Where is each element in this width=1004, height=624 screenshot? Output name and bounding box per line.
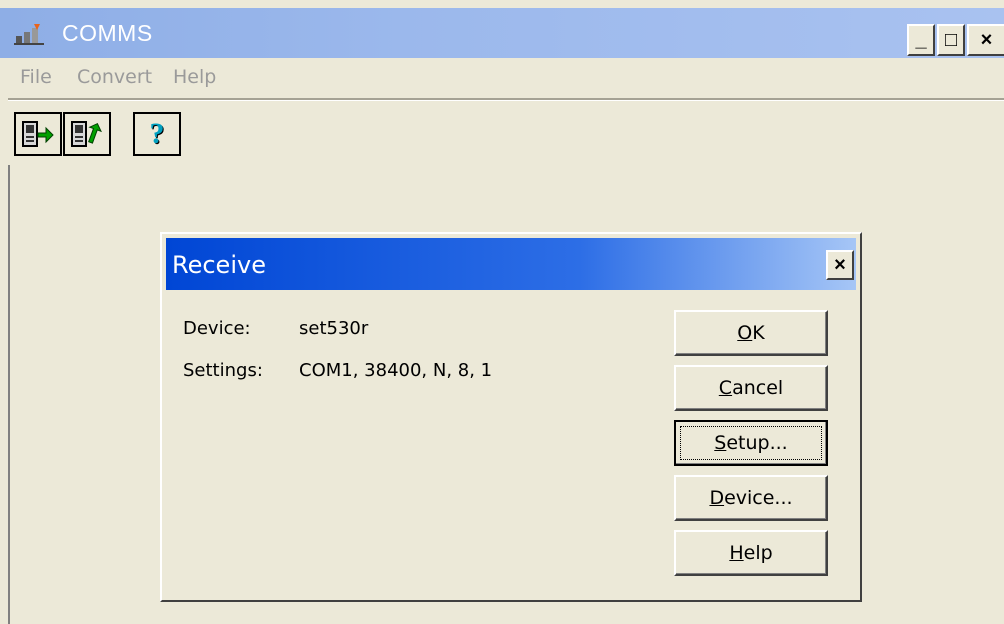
device-button-label: evice... <box>724 487 793 509</box>
dialog-title-bar[interactable]: Receive × <box>166 238 856 290</box>
maximize-icon: □ <box>944 28 958 51</box>
close-button[interactable]: × <box>967 24 1004 56</box>
help-button[interactable]: Help <box>674 530 828 576</box>
device-value: set530r <box>299 318 369 339</box>
help-label: elp <box>743 542 773 564</box>
ok-label: K <box>752 322 765 344</box>
toolbar-send-button[interactable] <box>63 112 111 156</box>
close-icon: × <box>834 253 846 276</box>
minimize-icon: _ <box>915 28 927 51</box>
device-mnemonic: D <box>709 487 725 509</box>
help-mnemonic: H <box>729 542 744 564</box>
window-title: COMMS <box>62 20 153 46</box>
minimize-button[interactable]: _ <box>907 24 935 56</box>
title-bar[interactable]: COMMS _ □ × <box>0 8 1004 58</box>
dialog-title: Receive <box>172 251 266 279</box>
toolbar-receive-button[interactable] <box>14 112 62 156</box>
ok-button[interactable]: OK <box>674 310 828 356</box>
dialog-close-button[interactable]: × <box>826 250 854 280</box>
focus-ring <box>680 426 822 460</box>
maximize-button[interactable]: □ <box>937 24 965 56</box>
menu-file[interactable]: File <box>20 66 52 88</box>
receive-dialog: Receive × Device: set530r Settings: COM1… <box>160 232 862 602</box>
menu-separator <box>8 98 1004 101</box>
question-icon: ? <box>149 117 165 150</box>
settings-label: Settings: <box>183 360 263 381</box>
menu-bar: File Convert Help <box>0 62 1004 94</box>
close-icon: × <box>980 28 993 51</box>
app-icon <box>14 24 44 45</box>
cancel-button[interactable]: Cancel <box>674 365 828 411</box>
toolbar-help-button[interactable]: ? <box>133 112 181 156</box>
ok-mnemonic: O <box>737 322 753 344</box>
menu-help[interactable]: Help <box>173 66 216 88</box>
setup-button[interactable]: Setup... <box>674 420 828 466</box>
send-icon <box>71 121 102 147</box>
device-label: Device: <box>183 318 251 339</box>
app-window: COMMS _ □ × File Convert Help ? Receive … <box>0 0 1004 624</box>
receive-icon <box>22 121 54 147</box>
settings-value: COM1, 38400, N, 8, 1 <box>299 360 493 381</box>
cancel-mnemonic: C <box>718 377 733 399</box>
device-button[interactable]: Device... <box>674 475 828 521</box>
cancel-label: ancel <box>732 377 784 399</box>
menu-convert[interactable]: Convert <box>77 66 152 88</box>
